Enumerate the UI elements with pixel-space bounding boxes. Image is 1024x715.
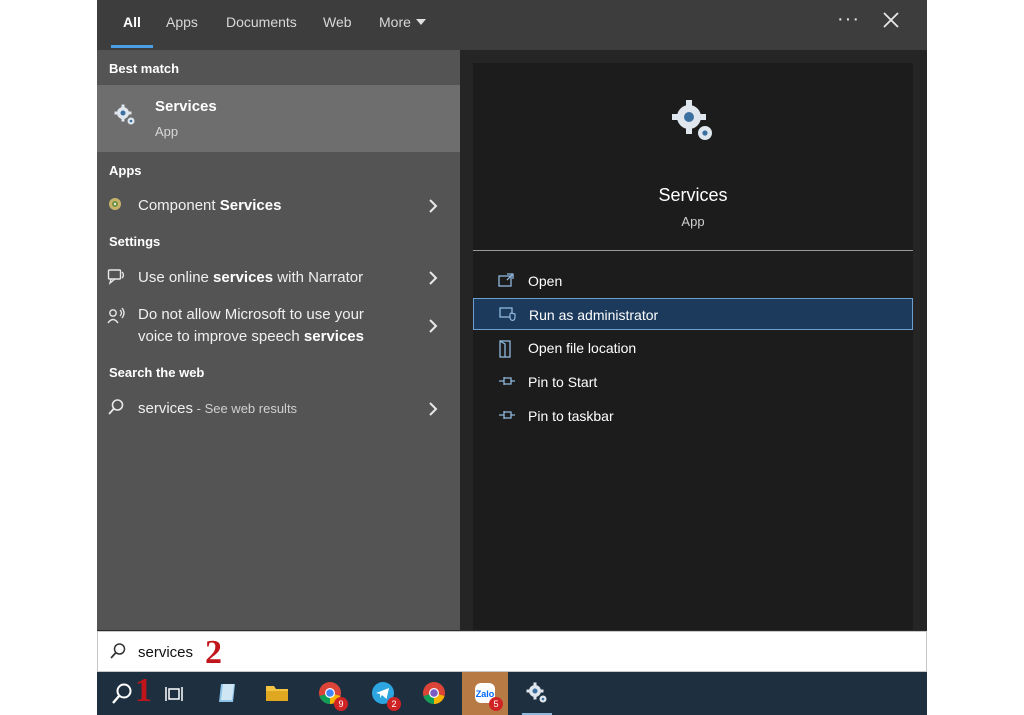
step-annotation-2: 2 [205, 634, 222, 671]
services-gear-icon [113, 103, 137, 132]
result-label-highlight: Services [219, 197, 282, 214]
action-label: Pin to Start [528, 374, 598, 390]
step-annotation-1: 1 [135, 672, 152, 709]
caret-down-icon [415, 19, 426, 25]
tab-all[interactable]: All [123, 14, 141, 30]
result-label: Do not allow Microsoft to use your voice… [138, 304, 364, 348]
action-label: Open [528, 273, 563, 289]
action-pin-to-start[interactable]: Pin to Start [473, 366, 913, 398]
run-as-admin-icon [499, 307, 517, 326]
notification-badge: 5 [489, 697, 503, 711]
action-label: Pin to taskbar [528, 408, 614, 424]
search-icon [112, 683, 132, 704]
more-options-button[interactable]: ··· [837, 8, 860, 31]
preview-pane: Services App Open Run as administrator O… [460, 50, 927, 630]
speech-icon [107, 307, 127, 327]
chevron-right-icon[interactable] [427, 198, 439, 214]
search-icon [109, 642, 127, 665]
result-label: Component Services [138, 195, 281, 217]
action-open[interactable]: Open [473, 265, 913, 297]
action-label: Open file location [528, 340, 637, 356]
preview-subtitle: App [681, 214, 705, 229]
tab-more[interactable]: More [379, 14, 426, 30]
pin-icon [498, 408, 516, 426]
services-gear-icon [526, 682, 547, 703]
result-label-line1: Do not allow Microsoft to use your [138, 306, 364, 323]
result-label-highlight: services [213, 269, 274, 286]
result-item-narrator[interactable]: Use online services with Narrator [97, 262, 460, 294]
result-label-suffix: with Narrator [273, 269, 364, 286]
search-box[interactable]: 2 [97, 631, 927, 672]
taskbar-telegram[interactable]: 2 [360, 672, 406, 715]
search-icon [107, 398, 127, 418]
chevron-right-icon[interactable] [427, 270, 439, 286]
tab-apps[interactable]: Apps [166, 14, 198, 30]
best-match-title: Services [155, 98, 217, 115]
taskbar-zalo[interactable]: Zalo 5 [462, 672, 508, 715]
pin-icon [498, 374, 516, 392]
divider [473, 250, 913, 251]
search-input[interactable] [138, 641, 738, 663]
settings-header: Settings [109, 234, 161, 249]
result-label-prefix: voice to improve speech [138, 328, 304, 345]
result-item-speech[interactable]: Do not allow Microsoft to use your voice… [97, 302, 460, 350]
search-web-header: Search the web [109, 365, 205, 380]
services-gear-icon [669, 97, 717, 150]
preview-title: Services [658, 185, 728, 205]
best-match-item[interactable]: Services App [97, 85, 460, 152]
file-location-icon [498, 340, 512, 363]
result-item-component-services[interactable]: Component Services [97, 190, 460, 222]
result-item-web-search[interactable]: services - See web results [97, 393, 460, 425]
active-tab-indicator [111, 45, 153, 48]
web-query: services [138, 400, 194, 417]
chrome-alt-icon [423, 682, 445, 704]
taskbar-chrome[interactable]: 9 [307, 672, 353, 715]
result-label-prefix: Component [138, 197, 220, 214]
close-icon[interactable] [881, 10, 901, 35]
file-explorer-icon [266, 686, 288, 701]
result-label: Use online services with Narrator [138, 267, 363, 289]
action-pin-to-taskbar[interactable]: Pin to taskbar [473, 400, 913, 432]
component-services-icon [107, 196, 127, 216]
preview-card: Services App Open Run as administrator O… [473, 63, 913, 630]
action-label: Run as administrator [529, 307, 659, 323]
tab-documents[interactable]: Documents [226, 14, 297, 30]
search-tab-bar: All Apps Documents Web More ··· [97, 0, 927, 50]
notification-badge: 9 [334, 697, 348, 711]
taskbar-file-explorer[interactable] [254, 672, 300, 715]
best-match-header: Best match [109, 61, 180, 76]
tab-web[interactable]: Web [323, 14, 352, 30]
result-label-prefix: Use online [138, 269, 214, 286]
open-icon [498, 273, 514, 292]
tab-more-label: More [379, 14, 411, 30]
taskbar-services[interactable] [514, 672, 560, 715]
web-results-suffix: - See web results [193, 401, 298, 416]
result-label-highlight: services [303, 328, 364, 345]
taskbar-task-view[interactable] [151, 672, 197, 715]
result-label: services - See web results [138, 398, 297, 420]
best-match-subtitle: App [155, 124, 179, 139]
results-pane: Best match Services App Apps Component S… [97, 50, 460, 630]
action-run-as-administrator[interactable]: Run as administrator [473, 298, 913, 330]
apps-header: Apps [109, 163, 142, 178]
narrator-icon [107, 267, 127, 287]
windows-search-panel: All Apps Documents Web More ··· Best mat… [97, 0, 927, 715]
chevron-right-icon[interactable] [427, 318, 439, 334]
action-open-file-location[interactable]: Open file location [473, 332, 913, 364]
taskbar: 1 9 2 Zalo 5 [97, 672, 927, 715]
taskbar-search-button[interactable]: 1 [97, 672, 152, 715]
task-view-icon [165, 687, 183, 701]
notification-badge: 2 [387, 697, 401, 711]
chevron-right-icon[interactable] [427, 401, 439, 417]
notepad-icon [219, 684, 235, 702]
result-label-line2: voice to improve speech services [138, 326, 364, 348]
taskbar-chrome-alt[interactable] [411, 672, 457, 715]
taskbar-notepad[interactable] [204, 672, 250, 715]
